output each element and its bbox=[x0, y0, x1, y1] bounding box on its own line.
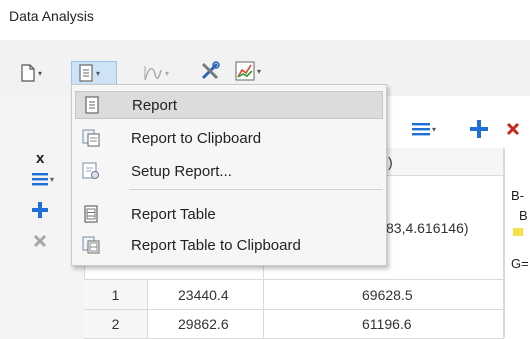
right-partial-column: B- B G= bbox=[504, 148, 530, 338]
menu-item-report-to-clipboard[interactable]: Report to Clipboard bbox=[75, 124, 383, 152]
table-cell[interactable]: 69628.5 bbox=[264, 280, 504, 310]
menu-separator bbox=[129, 189, 383, 190]
tools-icon bbox=[201, 61, 220, 80]
delete-icon bbox=[506, 122, 520, 136]
chevron-down-icon: ▾ bbox=[38, 68, 43, 78]
chevron-down-icon: ▾ bbox=[96, 68, 101, 78]
plus-icon bbox=[32, 202, 48, 218]
add-button[interactable] bbox=[470, 120, 488, 143]
menu-item-label: Report Table to Clipboard bbox=[131, 236, 301, 254]
chevron-down-icon: ▾ bbox=[257, 66, 262, 76]
curve-icon bbox=[144, 66, 162, 81]
report-icon bbox=[80, 96, 104, 114]
chevron-down-icon: ▾ bbox=[165, 68, 170, 78]
right-col-line-2: B bbox=[519, 208, 528, 223]
delete-button[interactable] bbox=[506, 122, 520, 141]
report-icon bbox=[79, 64, 93, 82]
right-col-line-3: G= bbox=[511, 256, 529, 271]
graph-button[interactable]: ▾ bbox=[235, 60, 261, 82]
chart-disabled-button[interactable]: ▾ bbox=[143, 62, 169, 84]
chevron-down-icon: ▾ bbox=[50, 174, 55, 184]
grid-toolbar: ▾ bbox=[378, 112, 530, 146]
menu-item-report-table[interactable]: Report Table bbox=[75, 200, 383, 228]
delete-icon bbox=[33, 234, 47, 248]
menu-item-label: Report Table bbox=[131, 205, 216, 223]
row-number[interactable]: 1 bbox=[84, 280, 148, 310]
delete-row-button[interactable] bbox=[33, 234, 47, 253]
row-number[interactable]: 2 bbox=[84, 310, 148, 339]
right-col-line-1: B- bbox=[511, 188, 524, 203]
clipboard-icon bbox=[79, 129, 103, 147]
color-swatch bbox=[513, 228, 523, 236]
table-cell[interactable]: 29862.6 bbox=[148, 310, 264, 339]
list-icon bbox=[32, 173, 48, 186]
setup-report-icon bbox=[79, 162, 103, 180]
tools-button[interactable] bbox=[199, 60, 221, 82]
menu-item-report[interactable]: Report bbox=[75, 91, 383, 119]
plus-icon bbox=[470, 120, 488, 138]
report-table-icon bbox=[79, 205, 103, 223]
report-table-clipboard-icon bbox=[79, 236, 103, 254]
window-title: Data Analysis bbox=[9, 8, 94, 24]
graph-icon bbox=[235, 61, 255, 81]
table-cell[interactable]: 61196.6 bbox=[264, 310, 504, 339]
report-dropdown-button[interactable]: ▾ bbox=[71, 61, 117, 85]
new-document-icon bbox=[21, 64, 35, 82]
list-menu-button[interactable]: ▾ bbox=[32, 172, 54, 186]
list-icon bbox=[412, 123, 430, 136]
menu-item-setup-report[interactable]: Setup Report... bbox=[75, 157, 383, 185]
chevron-down-icon: ▾ bbox=[432, 124, 437, 134]
table-cell[interactable]: 23440.4 bbox=[148, 280, 264, 310]
list-menu-button[interactable]: ▾ bbox=[412, 122, 436, 136]
menu-item-label: Setup Report... bbox=[131, 162, 232, 180]
menu-item-report-table-to-clipboard[interactable]: Report Table to Clipboard bbox=[75, 231, 383, 259]
close-x-label[interactable]: x bbox=[36, 150, 44, 167]
add-row-button[interactable] bbox=[32, 202, 48, 223]
new-document-button[interactable]: ▾ bbox=[20, 62, 42, 84]
menu-item-label: Report bbox=[132, 96, 178, 114]
menu-item-label: Report to Clipboard bbox=[131, 129, 262, 147]
report-dropdown-menu: Report Report to Clipboard Setup Report.… bbox=[71, 84, 387, 266]
